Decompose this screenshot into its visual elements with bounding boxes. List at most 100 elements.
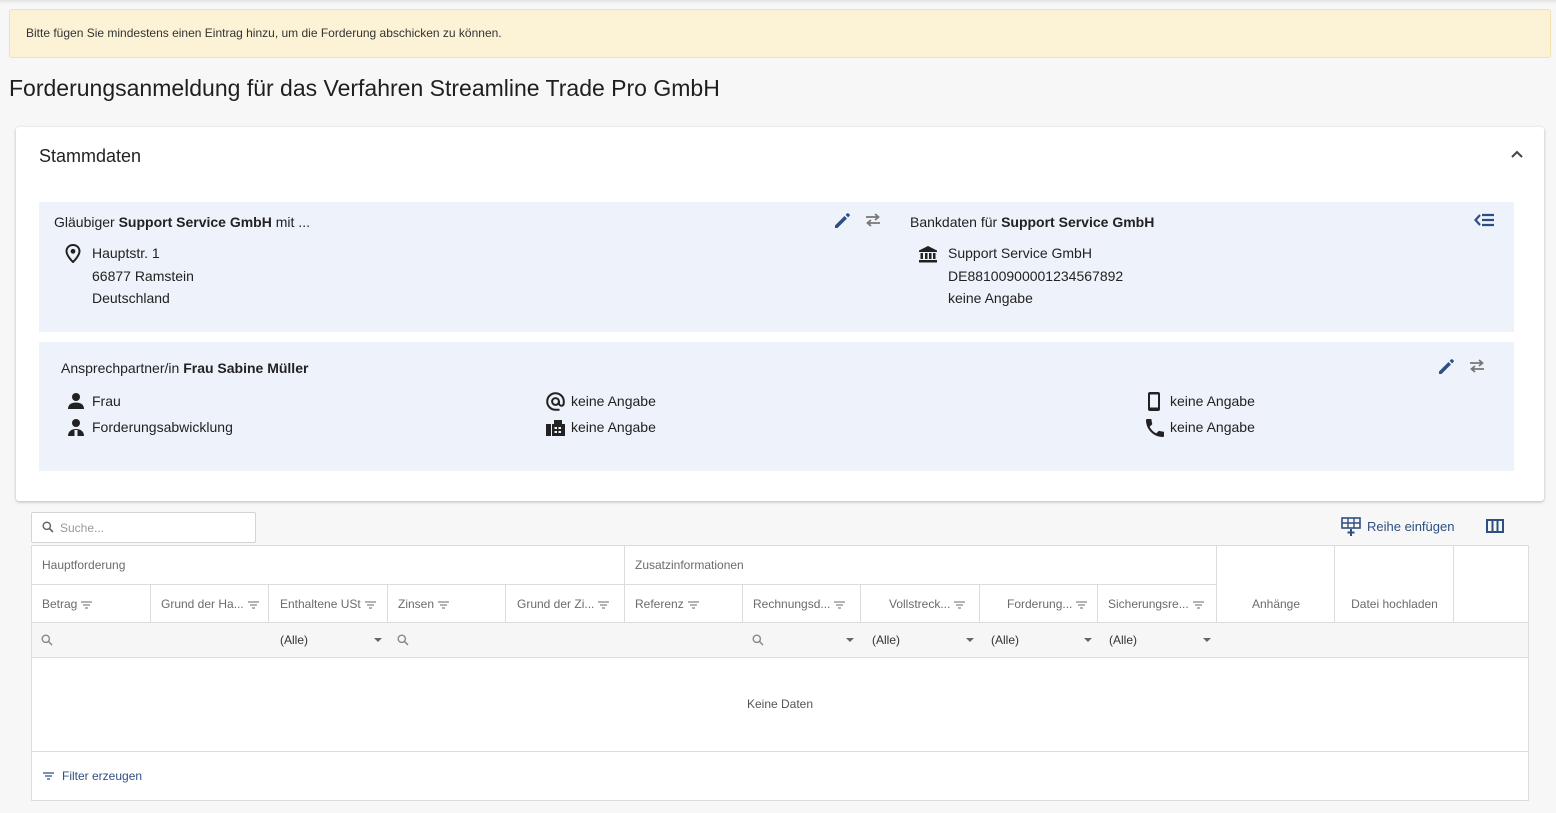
search-icon (42, 521, 54, 533)
create-filter-label: Filter erzeugen (62, 769, 143, 783)
top-shadow (0, 0, 1556, 4)
creditor-address-line-3: Deutschland (92, 290, 170, 306)
empty-state-text: Keine Daten (746, 697, 814, 711)
header-betrag[interactable]: Betrag (32, 585, 151, 623)
column-filter-icon[interactable] (438, 601, 450, 609)
contact-fax: keine Angabe (571, 419, 656, 435)
column-filter-icon[interactable] (687, 601, 699, 609)
chevron-up-icon[interactable] (1510, 149, 1524, 159)
header-empty (1454, 546, 1528, 623)
mobile-phone-icon (1148, 392, 1160, 411)
header-label-zinsen: Zinsen (398, 597, 435, 611)
create-filter-button[interactable]: Filter erzeugen (43, 769, 142, 783)
filter-value-forderung: (Alle) (991, 633, 1020, 647)
column-filter-icon[interactable] (954, 601, 966, 609)
search-input[interactable] (58, 519, 248, 537)
filter-search-icon-zinsen[interactable] (397, 634, 409, 646)
dropdown-caret-icon[interactable] (846, 638, 854, 642)
header-label-rechnungsdatum: Rechnungsd... (753, 597, 831, 611)
dropdown-caret-icon (966, 638, 974, 642)
header-label-anhaenge: Anhänge (1251, 597, 1301, 611)
header-rechnungsdatum[interactable]: Rechnungsd... (743, 585, 861, 623)
creditor-title: Gläubiger Support Service GmbH mit ... (54, 214, 310, 230)
filter-icon (43, 772, 54, 780)
creditor-panel: Gläubiger Support Service GmbH mit ... H… (39, 202, 1514, 332)
warning-alert: Bitte fügen Sie mindestens einen Eintrag… (9, 9, 1551, 58)
header-label-enthaltene-ust: Enthaltene USt (280, 597, 361, 611)
filter-value-vollstreckung: (Alle) (872, 633, 901, 647)
header-anhaenge[interactable]: Anhänge (1217, 546, 1335, 623)
column-filter-icon[interactable] (247, 601, 259, 609)
filter-select-forderung[interactable]: (Alle) (980, 623, 1098, 657)
location-pin-icon (65, 244, 81, 263)
filter-select-ust[interactable]: (Alle) (269, 623, 388, 657)
header-vollstreckung[interactable]: Vollstreck... (861, 585, 980, 623)
header-referenz[interactable]: Referenz (625, 585, 743, 623)
contact-name: Frau Sabine Müller (183, 360, 309, 376)
header-label-forderung: Forderung... (1007, 597, 1073, 611)
header-forderung[interactable]: Forderung... (980, 585, 1098, 623)
swap-contact-icon[interactable] (1467, 357, 1487, 375)
header-datei-hochladen[interactable]: Datei hochladen (1335, 546, 1454, 623)
header-label-referenz: Referenz (635, 597, 684, 611)
page-title: Forderungsanmeldung für das Verfahren St… (9, 75, 720, 101)
search-box (31, 512, 256, 543)
contact-label: Ansprechpartner/in (61, 360, 180, 376)
filter-value-ust: (Alle) (280, 633, 309, 647)
header-label-datei-hochladen: Datei hochladen (1351, 597, 1438, 611)
column-filter-icon[interactable] (364, 601, 376, 609)
swap-creditor-icon[interactable] (863, 211, 883, 229)
creditor-name: Support Service GmbH (118, 214, 272, 230)
header-label-grund-zinsen: Grund der Zi... (517, 597, 595, 611)
dropdown-caret-icon (1203, 638, 1211, 642)
contact-title: Ansprechpartner/in Frau Sabine Müller (61, 360, 308, 376)
header-sicherungsrechte[interactable]: Sicherungsre... (1098, 585, 1217, 623)
column-filter-icon[interactable] (834, 601, 846, 609)
add-row-button[interactable]: Reihe einfügen (1341, 516, 1454, 538)
header-label-vollstreckung: Vollstreck... (889, 597, 951, 611)
bank-title: Bankdaten für Support Service GmbH (910, 214, 1154, 230)
band-zusatzinformationen: Zusatzinformationen (625, 546, 1217, 585)
filter-value-sicherung: (Alle) (1109, 633, 1138, 647)
creditor-label: Gläubiger (54, 214, 115, 230)
filter-search-icon-rechnungsdatum[interactable] (752, 634, 764, 646)
contact-department: Forderungsabwicklung (92, 419, 233, 435)
edit-creditor-icon[interactable] (833, 211, 852, 230)
contact-mobile: keine Angabe (1170, 393, 1255, 409)
column-filter-icon[interactable] (1076, 601, 1088, 609)
email-at-icon (546, 392, 565, 411)
band-label-zusatzinformationen: Zusatzinformationen (635, 558, 744, 572)
dropdown-caret-icon (1084, 638, 1092, 642)
filter-row: (Alle) (Alle) (Alle) (Alle) (32, 623, 1528, 658)
filter-select-sicherung[interactable]: (Alle) (1098, 623, 1217, 657)
stammdaten-card: Stammdaten Gläubiger Support Service Gmb… (16, 127, 1544, 501)
claims-grid: Hauptforderung Zusatzinformationen Anhän… (31, 545, 1529, 801)
bank-owner-name: Support Service GmbH (1001, 214, 1155, 230)
header-enthaltene-ust[interactable]: Enthaltene USt (269, 585, 388, 623)
filter-search-icon-betrag[interactable] (41, 634, 53, 646)
contact-panel: Ansprechpartner/in Frau Sabine Müller Fr… (39, 342, 1514, 471)
header-zinsen[interactable]: Zinsen (388, 585, 506, 623)
collapse-list-icon[interactable] (1474, 211, 1495, 229)
creditor-address-line-1: Hauptstr. 1 (92, 245, 160, 261)
column-chooser-icon[interactable] (1486, 518, 1504, 534)
header-label-sicherungsrechte: Sicherungsre... (1108, 597, 1189, 611)
column-filter-icon[interactable] (81, 601, 93, 609)
column-filter-icon[interactable] (1192, 601, 1204, 609)
filter-select-vollstreckung[interactable]: (Alle) (861, 623, 980, 657)
contact-salutation: Frau (92, 393, 121, 409)
header-grund-zinsen[interactable]: Grund der Zi... (506, 585, 625, 623)
bank-line-3: keine Angabe (948, 290, 1033, 306)
header-label-grund-hauptforderung: Grund der Ha... (161, 597, 244, 611)
bank-iban: DE88100900001234567892 (948, 267, 1124, 284)
phone-icon (1146, 419, 1164, 437)
header-grund-hauptforderung[interactable]: Grund der Ha... (151, 585, 269, 623)
bank-line-1: Support Service GmbH (948, 245, 1092, 261)
dropdown-caret-icon (374, 638, 382, 642)
grid-footer: Filter erzeugen (32, 751, 1528, 800)
alert-message: Bitte fügen Sie mindestens einen Eintrag… (26, 26, 502, 40)
band-hauptforderung: Hauptforderung (32, 546, 625, 585)
column-filter-icon[interactable] (598, 601, 610, 609)
creditor-suffix: mit ... (275, 214, 310, 230)
edit-contact-icon[interactable] (1437, 357, 1456, 376)
